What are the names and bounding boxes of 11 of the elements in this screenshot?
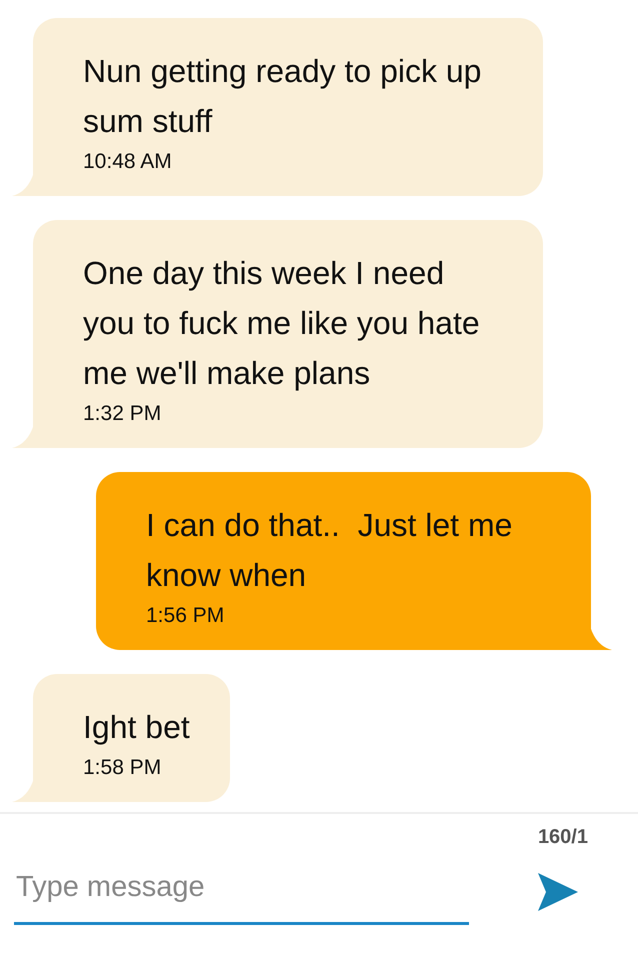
- message-time: 10:48 AM: [83, 149, 173, 175]
- message-time: 1:32 PM: [83, 401, 162, 427]
- message-text: I can do that.. Just let me know when: [146, 506, 514, 595]
- message-time: 1:58 PM: [83, 755, 162, 781]
- message-text: Nun getting ready to pick up sum stuff: [83, 52, 482, 141]
- message-text: One day this week I need you to fuck me like you hate me we'll make plans: [83, 254, 481, 393]
- message-text: Ight bet: [83, 708, 190, 747]
- character-counter: 160/1: [536, 825, 589, 850]
- message-time: 1:56 PM: [146, 603, 226, 629]
- send-icon: [537, 871, 579, 914]
- send-button[interactable]: [537, 871, 579, 914]
